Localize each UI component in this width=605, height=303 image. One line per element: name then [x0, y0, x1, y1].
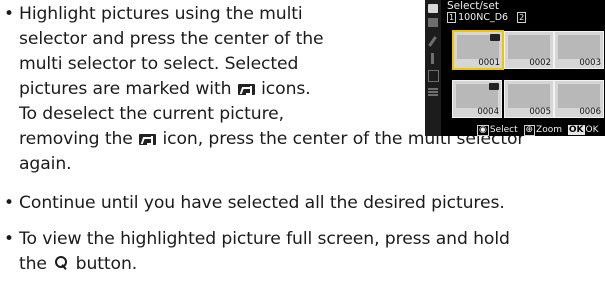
text-line: the button. [19, 252, 137, 277]
bullet-marker: • [4, 193, 15, 213]
folder-index-badge: 1 [447, 12, 457, 23]
text-segment: removing the [19, 129, 139, 149]
text-line: multi selector to select. Selected [19, 54, 299, 74]
pencil-icon [428, 36, 437, 47]
text-line: To deselect the current picture, [19, 104, 284, 124]
thumbnail-number: 0001 [478, 58, 500, 68]
my-menu-icon [428, 88, 438, 90]
retouch-icon [428, 70, 439, 82]
thumbnail-number: 0005 [529, 107, 551, 117]
text-segment: icons. [255, 79, 311, 99]
movie-icon [428, 18, 438, 27]
select-mark-icon [237, 84, 255, 95]
thumbnail-number: 0003 [579, 58, 601, 68]
zoom-key-icon: ⊕ [523, 125, 536, 136]
folder-line: 1 100NC_D6 2 [447, 12, 528, 24]
count-badge: 2 [517, 12, 527, 23]
screen-footer: ◉ Select ⊕ Zoom OK OK [477, 124, 599, 136]
text-segment: pictures are marked with [19, 79, 237, 99]
text-segment: button. [70, 254, 138, 274]
thumbnail[interactable]: 0004 [452, 80, 502, 118]
wrench-icon [431, 53, 434, 64]
text-line: To view the highlighted picture full scr… [19, 229, 510, 249]
text-line: Highlight pictures using the multi [19, 4, 303, 24]
thumbnail[interactable]: 0003 [554, 31, 604, 69]
text-line: pictures are marked with icons. [19, 77, 311, 102]
camera-screen: Select/set 1 100NC_D6 2 0001 0002 0003 00… [425, 0, 605, 136]
text-segment: the [19, 254, 53, 274]
thumbnail-number: 0006 [579, 107, 601, 117]
footer-select-label: Select [489, 125, 518, 135]
text-line: again. [19, 154, 72, 174]
zoom-in-icon [54, 255, 68, 271]
folder-name: 100NC_D6 [458, 12, 509, 23]
bullet-marker: • [4, 4, 15, 24]
ok-key-icon: OK [567, 125, 585, 135]
thumbnail-number: 0004 [477, 107, 499, 117]
thumbnail[interactable]: 0002 [504, 31, 554, 69]
thumbnail[interactable]: 0006 [554, 80, 604, 118]
footer-ok-label: OK [585, 125, 599, 135]
thumbnail[interactable]: 0001 [452, 30, 504, 70]
select-mark-icon [490, 34, 500, 41]
multi-selector-icon: ◉ [477, 125, 489, 136]
text-line: selector and press the center of the [19, 29, 324, 49]
thumbnail-image [508, 84, 550, 108]
footer-zoom-label: Zoom [536, 125, 562, 135]
thumbnail-image [558, 35, 600, 59]
menu-sidebar [425, 0, 441, 136]
select-mark-icon [139, 134, 157, 145]
thumbnail[interactable]: 0005 [504, 80, 554, 118]
camera-icon [428, 4, 438, 13]
thumbnail-image [508, 35, 550, 59]
thumbnail-number: 0002 [529, 58, 551, 68]
text-line: Continue until you have selected all the… [19, 193, 505, 213]
select-mark-icon [489, 83, 499, 90]
screen-title: Select/set [447, 0, 499, 12]
bullet-marker: • [4, 229, 15, 249]
thumbnail-image [558, 84, 600, 108]
